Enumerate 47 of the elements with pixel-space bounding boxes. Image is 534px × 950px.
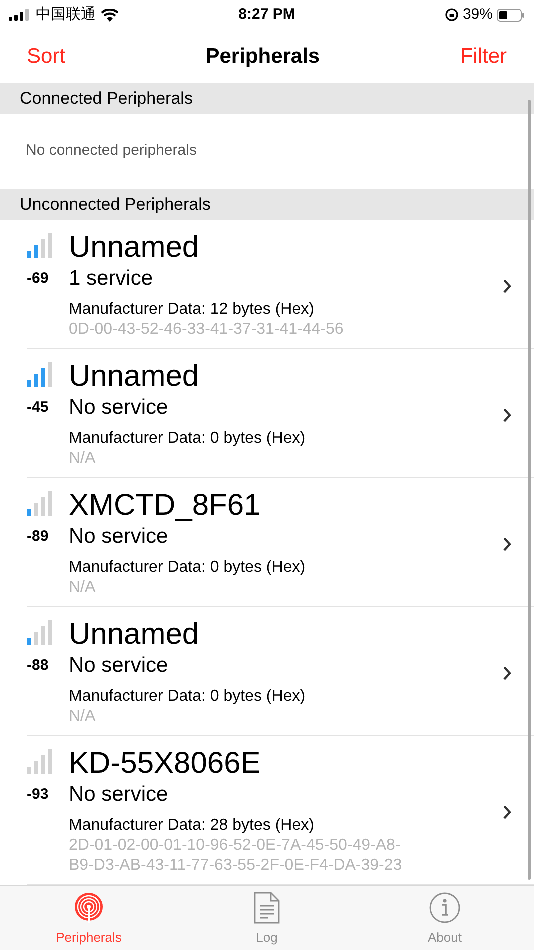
manufacturer-data-label: Manufacturer Data: 0 bytes (Hex) — [69, 429, 306, 449]
chevron-right-icon — [503, 278, 512, 294]
manufacturer-data-label: Manufacturer Data: 28 bytes (Hex) — [69, 816, 314, 836]
filter-button[interactable]: Filter — [460, 40, 507, 72]
peripheral-name: XMCTD_8F61 — [69, 490, 261, 522]
chevron-right-icon — [503, 666, 512, 680]
manufacturer-data-hex: N/A — [69, 707, 96, 727]
manufacturer-data-hex: B9-D3-AB-43-11-77-63-55-2F-0E-F4-DA-39-23 — [69, 856, 402, 876]
screen-title: Peripherals — [206, 44, 320, 70]
info-icon — [429, 892, 461, 924]
manufacturer-data-label: Manufacturer Data: 12 bytes (Hex) — [69, 300, 314, 320]
service-count: No service — [69, 782, 168, 808]
rssi-value: -88 — [27, 656, 49, 676]
peripheral-name: Unnamed — [69, 232, 200, 264]
radar-icon — [73, 892, 105, 924]
chevron-right-icon — [503, 408, 512, 422]
document-icon — [254, 892, 280, 924]
peripheral-name: Unnamed — [69, 361, 200, 393]
manufacturer-data-label: Manufacturer Data: 0 bytes (Hex) — [69, 558, 306, 578]
wifi-icon — [101, 8, 119, 22]
section-header: Unconnected Peripherals — [0, 189, 534, 220]
manufacturer-data-hex: N/A — [69, 578, 96, 598]
rotation-lock-icon — [444, 8, 459, 22]
rssi-value: -89 — [27, 527, 49, 547]
manufacturer-data-label: Manufacturer Data: 0 bytes (Hex) — [69, 687, 306, 707]
chevron-right-icon — [503, 804, 512, 820]
rssi-value: -93 — [27, 785, 49, 805]
service-count: No service — [69, 653, 168, 679]
service-count: No service — [69, 395, 168, 421]
service-count: 1 service — [69, 266, 154, 292]
carrier-name: 中国联通 — [36, 4, 96, 25]
battery-percentage: 39% — [462, 4, 493, 25]
chevron-right-icon — [503, 536, 512, 552]
manufacturer-data-hex: 2D-01-02-00-01-10-96-52-0E-7A-45-50-49-A8- — [69, 836, 401, 856]
peripheral-name: Unnamed — [69, 619, 200, 651]
status-time: 8:27 PM — [238, 4, 296, 25]
rssi-value: -45 — [27, 398, 49, 418]
manufacturer-data-hex: 0D-00-43-52-46-33-41-37-31-41-44-56 — [69, 320, 344, 340]
sort-button[interactable]: Sort — [27, 40, 66, 72]
service-count: No service — [69, 524, 168, 550]
manufacturer-data-hex: N/A — [69, 449, 96, 469]
rssi-value: -69 — [27, 269, 49, 289]
empty-message: No connected peripherals — [26, 141, 197, 162]
battery-icon — [496, 8, 525, 22]
cellular-signal-icon — [9, 9, 31, 21]
peripheral-name: KD-55X8066E — [69, 748, 261, 780]
section-header: Connected Peripherals — [0, 83, 534, 114]
